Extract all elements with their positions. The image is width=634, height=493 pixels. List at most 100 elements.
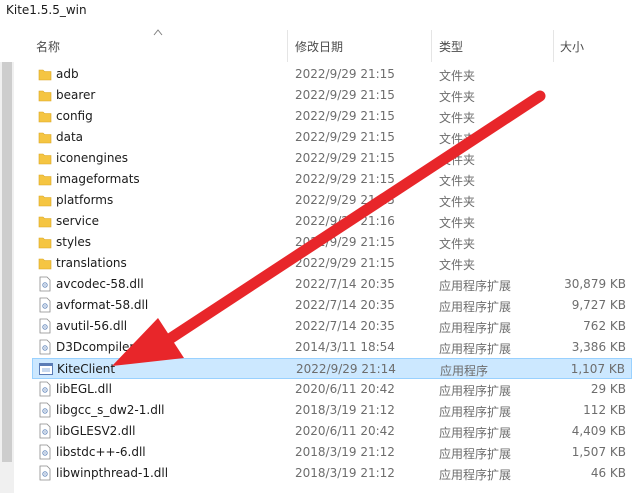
file-row[interactable]: iconengines 2022/9/29 21:15 文件夹 [32, 148, 632, 169]
file-name: avformat-58.dll [56, 298, 149, 312]
file-date: 2022/9/29 21:15 [295, 130, 395, 144]
column-name[interactable]: 名称 [36, 38, 60, 55]
file-name: libgcc_s_dw2-1.dll [56, 403, 165, 417]
file-row[interactable]: KiteClient 2022/9/29 21:14 应用程序 1,107 KB [32, 358, 632, 379]
column-date[interactable]: 修改日期 [295, 38, 343, 55]
breadcrumb[interactable]: Kite1.5.5_win [0, 0, 634, 22]
file-date: 2022/9/29 21:15 [295, 193, 395, 207]
file-date: 2022/9/29 21:15 [295, 172, 395, 186]
file-date: 2018/3/19 21:12 [295, 466, 395, 480]
dll-icon [39, 381, 51, 397]
column-divider[interactable] [287, 30, 288, 62]
file-date: 2022/7/14 20:35 [295, 319, 395, 333]
file-name: bearer [56, 88, 96, 102]
file-name: libwinpthread-1.dll [56, 466, 169, 480]
column-divider[interactable] [553, 30, 554, 62]
file-row[interactable]: adb 2022/9/29 21:15 文件夹 [32, 64, 632, 85]
file-type: 应用程序扩展 [439, 405, 512, 419]
file-row[interactable]: libGLESV2.dll 2020/6/11 20:42 应用程序扩展 4,409 … [32, 421, 632, 442]
file-type: 文件夹 [439, 132, 476, 146]
column-type[interactable]: 类型 [439, 38, 463, 55]
file-size: 29 KB [590, 382, 626, 396]
file-row[interactable]: avcodec-58.dll 2022/7/14 20:35 应用程序扩展 30,87… [32, 274, 632, 295]
folder-icon [38, 237, 52, 249]
file-date: 2022/9/29 21:15 [295, 235, 395, 249]
file-date: 2014/3/11 18:54 [295, 340, 395, 354]
file-name: iconengines [56, 151, 129, 165]
column-size[interactable]: 大小 [560, 38, 584, 55]
file-date: 2022/9/29 21:16 [295, 214, 395, 228]
folder-icon [38, 111, 52, 123]
column-divider[interactable] [431, 30, 432, 62]
file-type: 文件夹 [439, 69, 476, 83]
file-row[interactable]: data 2022/9/29 21:15 文件夹 [32, 127, 632, 148]
vertical-scrollbar[interactable] [0, 30, 14, 493]
file-row[interactable]: styles 2022/9/29 21:15 文件夹 [32, 232, 632, 253]
file-row[interactable]: translations 2022/9/29 21:15 文件夹 [32, 253, 632, 274]
file-type: 文件夹 [439, 153, 476, 167]
file-name: config [56, 109, 93, 123]
file-size: 4,409 KB [571, 424, 626, 438]
file-type: 应用程序扩展 [439, 342, 512, 356]
file-name: avutil-56.dll [56, 319, 128, 333]
file-date: 2022/9/29 21:14 [296, 362, 396, 376]
file-date: 2018/3/19 21:12 [295, 445, 395, 459]
file-row[interactable]: avformat-58.dll 2022/7/14 20:35 应用程序扩展 9,72… [32, 295, 632, 316]
file-row[interactable]: libwinpthread-1.dll 2018/3/19 21:12 应用程序扩展… [32, 463, 632, 484]
file-type: 应用程序扩展 [439, 468, 512, 482]
scrollbar-thumb[interactable] [2, 52, 12, 462]
path-label: Kite1.5.5_win [6, 3, 87, 17]
file-size: 1,507 KB [571, 445, 626, 459]
file-type: 文件夹 [439, 216, 476, 230]
file-date: 2018/3/19 21:12 [295, 403, 395, 417]
file-date: 2020/6/11 20:42 [295, 382, 395, 396]
file-row[interactable]: avutil-56.dll 2022/7/14 20:35 应用程序扩展 762 KB [32, 316, 632, 337]
folder-icon [38, 216, 52, 228]
file-type: 文件夹 [439, 195, 476, 209]
folder-icon [38, 132, 52, 144]
file-size: 112 KB [583, 403, 626, 417]
dll-icon [39, 423, 51, 439]
file-row[interactable]: config 2022/9/29 21:15 文件夹 [32, 106, 632, 127]
file-row[interactable]: service 2022/9/29 21:16 文件夹 [32, 211, 632, 232]
file-name: libstdc++-6.dll [56, 445, 146, 459]
file-size: 762 KB [583, 319, 626, 333]
dll-icon [39, 444, 51, 460]
file-type: 文件夹 [439, 258, 476, 272]
folder-icon [38, 174, 52, 186]
folder-icon [38, 195, 52, 207]
dll-icon [39, 276, 51, 292]
file-type: 文件夹 [439, 237, 476, 251]
folder-icon [38, 69, 52, 81]
file-type: 应用程序 [440, 364, 489, 378]
file-type: 应用程序扩展 [439, 300, 512, 314]
file-row[interactable]: libstdc++-6.dll 2018/3/19 21:12 应用程序扩展 1,50… [32, 442, 632, 463]
file-size: 9,727 KB [571, 298, 626, 312]
file-date: 2022/7/14 20:35 [295, 298, 395, 312]
file-row[interactable]: bearer 2022/9/29 21:15 文件夹 [32, 85, 632, 106]
sort-ascending-icon [153, 29, 163, 36]
file-type: 应用程序扩展 [439, 426, 512, 440]
file-row[interactable]: D3Dcompiler_47.dll 2014/3/11 18:54 应用程序扩展 3… [32, 337, 632, 358]
file-name: styles [56, 235, 92, 249]
file-size: 46 KB [590, 466, 626, 480]
file-date: 2022/9/29 21:15 [295, 151, 395, 165]
file-row[interactable]: libEGL.dll 2020/6/11 20:42 应用程序扩展 29 KB [32, 379, 632, 400]
file-type: 应用程序扩展 [439, 321, 512, 335]
file-row[interactable]: platforms 2022/9/29 21:15 文件夹 [32, 190, 632, 211]
file-date: 2022/9/29 21:15 [295, 109, 395, 123]
file-type: 应用程序扩展 [439, 384, 512, 398]
dll-icon [39, 297, 51, 313]
dll-icon [39, 402, 51, 418]
dll-icon [39, 318, 51, 334]
folder-icon [38, 258, 52, 270]
app-icon [39, 363, 53, 375]
file-type: 文件夹 [439, 174, 476, 188]
file-row[interactable]: imageformats 2022/9/29 21:15 文件夹 [32, 169, 632, 190]
file-date: 2022/9/29 21:15 [295, 67, 395, 81]
file-type: 文件夹 [439, 111, 476, 125]
folder-icon [38, 90, 52, 102]
file-date: 2020/6/11 20:42 [295, 424, 395, 438]
file-size: 30,879 KB [564, 277, 626, 291]
file-row[interactable]: libgcc_s_dw2-1.dll 2018/3/19 21:12 应用程序扩展 1… [32, 400, 632, 421]
